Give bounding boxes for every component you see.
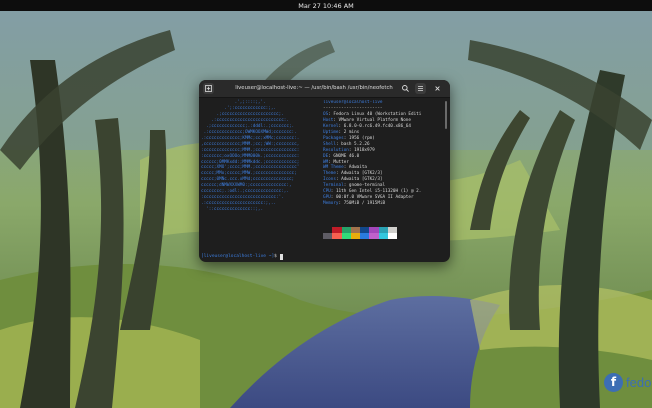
info-value: 1918x979 xyxy=(354,147,375,153)
terminal-titlebar[interactable]: liveuser@localhost-live:~ — /usr/bin/bas… xyxy=(199,80,450,98)
info-key: WM Theme xyxy=(323,165,344,171)
info-key: Host xyxy=(323,117,334,123)
scrollbar[interactable] xyxy=(445,101,447,129)
info-key: Memory xyxy=(323,201,339,207)
color-swatch xyxy=(341,233,351,239)
info-value: 2 mins xyxy=(343,129,360,135)
new-tab-icon[interactable] xyxy=(203,83,214,94)
shell-prompt[interactable]: [liveuser@localhost-live ~]$ xyxy=(201,254,283,260)
fedora-logo-icon: f xyxy=(604,373,623,392)
info-value: 1956 (rpm) xyxy=(348,135,375,141)
info-value: VMware Virtual Platform None xyxy=(338,117,411,123)
info-key: Shell xyxy=(323,141,336,147)
info-key: Kernel xyxy=(323,123,339,129)
color-swatch xyxy=(369,233,379,239)
info-value: bash 5.2.26 xyxy=(341,141,370,147)
info-value: Adwaita [GTK2/3] xyxy=(341,171,383,177)
terminal-window[interactable]: liveuser@localhost-live:~ — /usr/bin/bas… xyxy=(199,80,450,262)
info-key: Terminal xyxy=(323,183,344,189)
info-key: Uptime xyxy=(323,129,339,135)
color-palette xyxy=(323,227,397,239)
prompt-user: [liveuser@localhost-live ~] xyxy=(201,254,275,259)
info-key: GPU xyxy=(323,195,331,201)
text-cursor xyxy=(279,254,283,260)
info-key: CPU xyxy=(323,189,331,195)
color-swatch xyxy=(360,233,370,239)
info-key: Packages xyxy=(323,135,344,141)
fedora-brand-logo: f fedo xyxy=(604,371,652,395)
color-swatch xyxy=(323,233,333,239)
prompt-symbol: $ xyxy=(274,254,277,259)
terminal-content[interactable]: .',;::::;,'. .';:cccccccccccc:;,. .;cccc… xyxy=(199,98,450,262)
clock[interactable]: Mar 27 10:46 AM xyxy=(290,1,362,11)
color-swatch xyxy=(378,233,388,239)
info-value: GNOME 46.0 xyxy=(333,153,360,159)
info-value: Adwaita xyxy=(348,165,367,171)
info-value: 00:0f.0 VMware SVGA II Adapter xyxy=(335,195,414,201)
color-swatch xyxy=(387,233,397,239)
info-value: 750MiB / 1915MiB xyxy=(343,201,386,207)
close-icon[interactable] xyxy=(432,83,443,94)
info-value: gnome-terminal xyxy=(348,183,386,189)
fedora-ascii-logo: .',;::::;,'. .';:cccccccccccc:;,. .;cccc… xyxy=(201,100,300,213)
hamburger-menu-icon[interactable] xyxy=(415,83,426,94)
terminal-title: liveuser@localhost-live:~ — /usr/bin/bas… xyxy=(235,85,393,91)
info-value: 6.8.0-0.rc6.49.fc40.x86_64 xyxy=(343,123,411,129)
system-info: liveuser@localhost-live ----------------… xyxy=(323,100,445,207)
info-key: Resolution xyxy=(323,147,349,153)
color-swatch xyxy=(350,233,360,239)
color-swatch xyxy=(332,233,342,239)
search-icon[interactable] xyxy=(400,83,411,94)
info-value: Adwaita [GTK2/3] xyxy=(341,177,383,183)
info-key: Icons xyxy=(323,177,336,183)
info-row: Memory: 750MiB / 1915MiB xyxy=(323,201,386,207)
info-value: Fedora Linux 40 (Workstation Editi xyxy=(333,111,422,117)
info-key: Theme xyxy=(323,171,336,177)
fedora-wordmark: fedo xyxy=(626,375,652,390)
info-value: Mutter xyxy=(333,159,349,165)
info-value: 11th Gen Intel i5-11320H (1) @ 2. xyxy=(335,189,422,195)
top-bar: Mar 27 10:46 AM xyxy=(0,0,652,11)
